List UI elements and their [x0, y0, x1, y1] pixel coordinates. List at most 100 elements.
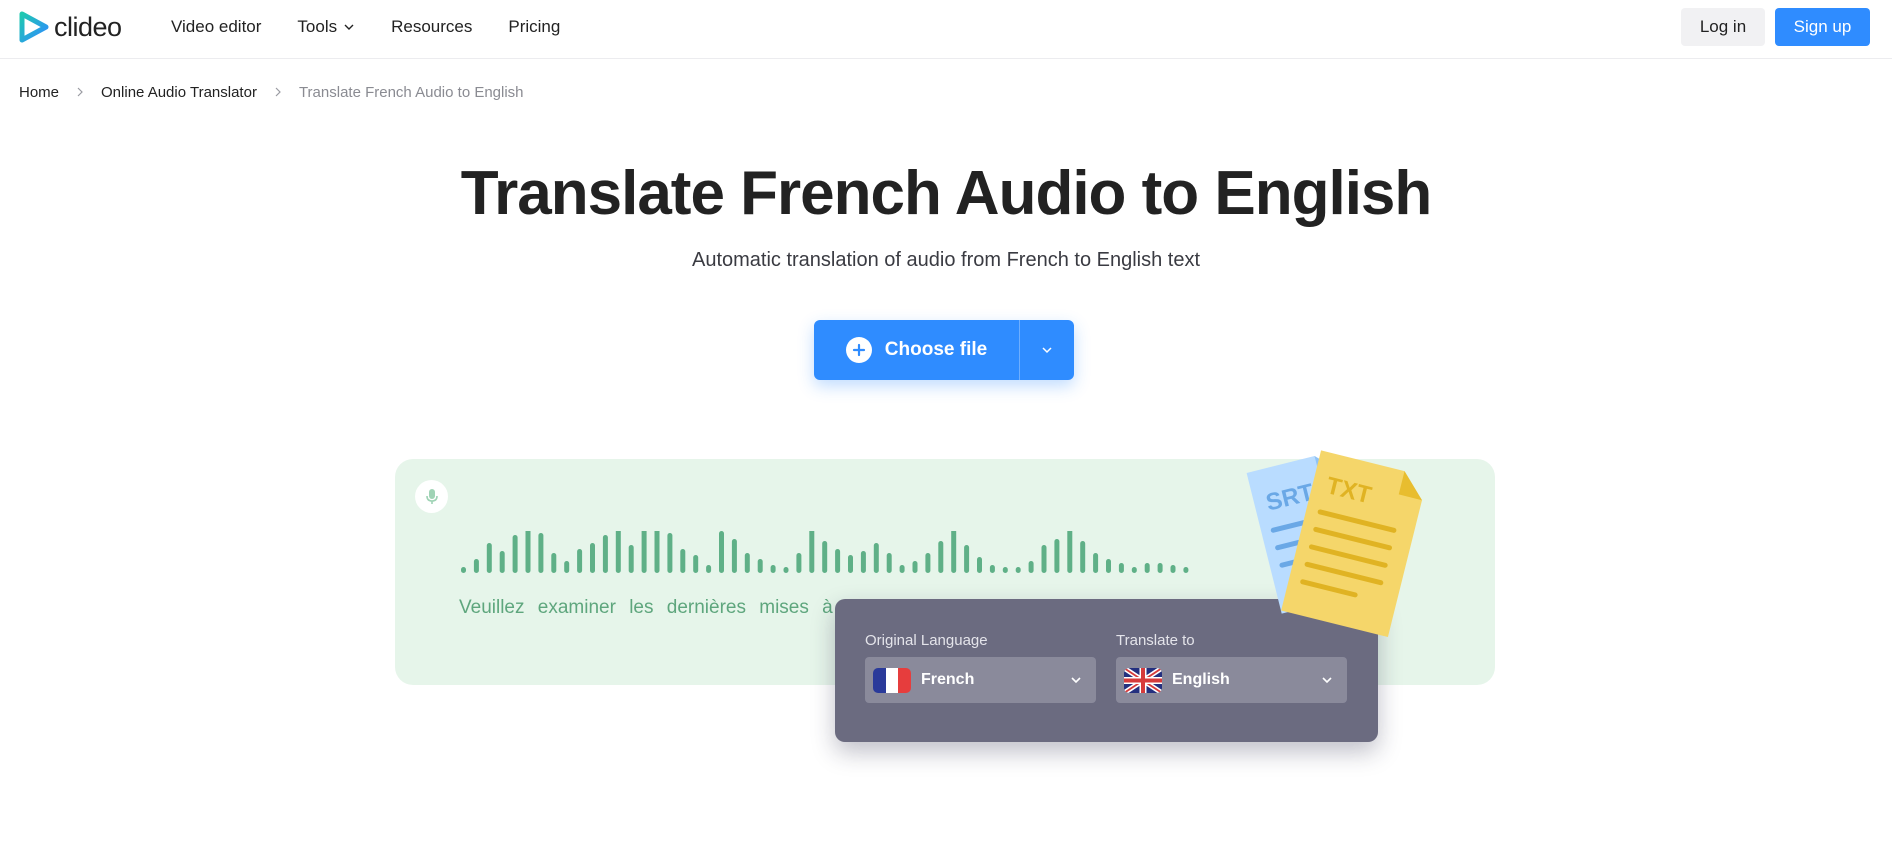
nav-resources[interactable]: Resources	[391, 17, 472, 37]
waveform-bar	[551, 553, 557, 573]
clideo-logo[interactable]: clideo	[19, 10, 122, 44]
waveform-bar	[912, 561, 918, 573]
nav-video-editor[interactable]: Video editor	[171, 17, 261, 37]
upload-options-dropdown[interactable]	[1020, 320, 1074, 380]
waveform-bar	[886, 553, 892, 573]
page-subtitle: Automatic translation of audio from Fren…	[691, 249, 1201, 271]
waveform-bar	[1131, 567, 1137, 573]
waveform-bar	[1002, 567, 1008, 573]
waveform-bar	[951, 531, 957, 573]
waveform-bar	[938, 541, 944, 573]
choose-file-group: Choose file	[814, 320, 1074, 380]
waveform-bar	[1067, 531, 1073, 573]
plus-icon	[845, 337, 872, 363]
waveform-bar	[783, 567, 789, 573]
login-button[interactable]: Log in	[1681, 8, 1765, 46]
waveform-bar	[925, 553, 931, 573]
waveform-bar	[641, 531, 647, 573]
waveform-bar	[512, 535, 518, 573]
waveform-bar	[899, 565, 905, 573]
waveform-bar	[1144, 563, 1150, 573]
waveform-bar	[590, 543, 595, 573]
nav-label: Tools	[297, 17, 338, 36]
waveform-bar	[564, 561, 570, 573]
waveform-bar	[538, 533, 544, 573]
waveform-bar	[1041, 545, 1047, 573]
waveform-bar	[654, 531, 660, 573]
waveform-bar	[1118, 563, 1124, 573]
waveform-bar	[964, 545, 970, 573]
breadcrumb: Home Online Audio Translator Translate F…	[19, 82, 524, 102]
waveform-bar	[860, 551, 866, 573]
nav-pricing[interactable]: Pricing	[508, 17, 560, 37]
waveform-bar	[499, 551, 505, 573]
play-logo-icon	[19, 11, 49, 43]
waveform-bar	[848, 555, 853, 573]
nav-tools[interactable]: Tools	[297, 17, 355, 37]
nav-label: Pricing	[508, 17, 561, 36]
original-language-label: Original Language	[865, 632, 988, 649]
uk-flag-icon	[1124, 667, 1162, 693]
waveform-bar	[1028, 561, 1034, 573]
nav-label: Resources	[391, 17, 473, 36]
breadcrumb-current: Translate French Audio to English	[298, 83, 524, 101]
waveform-bar	[706, 565, 712, 573]
waveform-bar	[796, 553, 802, 573]
page-title: Translate French Audio to English	[460, 159, 1433, 228]
target-language-select[interactable]: English	[1116, 657, 1347, 703]
choose-file-button[interactable]: Choose file	[814, 320, 1019, 380]
waveform-bar	[989, 565, 995, 573]
microphone-icon	[415, 480, 448, 513]
waveform-bar	[1183, 567, 1189, 573]
waveform-bar	[822, 541, 828, 573]
waveform-bar	[731, 539, 737, 573]
waveform-bar	[744, 553, 750, 573]
documents-illustration: SRT TXT	[1246, 450, 1423, 638]
chevron-down-icon	[1322, 677, 1332, 684]
waveform-bar	[835, 549, 841, 573]
site-header: clideo Video editor Tools Resources Pric…	[0, 0, 1892, 59]
waveform-bar	[1093, 553, 1099, 573]
waveform-bar	[525, 531, 531, 573]
nav-label: Video editor	[171, 17, 262, 36]
chevron-right-icon	[275, 87, 281, 97]
chevron-down-icon	[1071, 677, 1081, 684]
waveform-bar	[461, 567, 466, 573]
original-language-select[interactable]: French	[865, 657, 1096, 703]
waveform-bar	[615, 531, 621, 573]
waveform-bar	[1015, 567, 1021, 573]
waveform-bar	[693, 555, 699, 573]
waveform-bar	[628, 545, 634, 573]
waveform-bar	[680, 549, 686, 573]
original-language-value: French	[921, 671, 975, 688]
waveform-bar	[977, 557, 982, 573]
audio-waveform	[461, 531, 1189, 573]
transcript-text: Veuillez examiner les dernières mises à	[459, 597, 833, 618]
waveform-bar	[486, 543, 492, 573]
choose-file-label: Choose file	[884, 339, 988, 360]
waveform-bar	[809, 531, 815, 573]
chevron-down-icon	[344, 24, 354, 30]
breadcrumb-home[interactable]: Home	[19, 84, 59, 101]
waveform-bar	[1080, 541, 1086, 573]
waveform-bar	[1170, 565, 1176, 573]
main-nav: Video editor Tools Resources Pricing	[171, 0, 596, 54]
waveform-bar	[1106, 559, 1111, 573]
waveform-bar	[473, 559, 479, 573]
france-flag-icon	[873, 667, 911, 693]
chevron-down-icon	[1042, 347, 1052, 354]
waveform-bar	[873, 543, 879, 573]
chevron-right-icon	[77, 87, 83, 97]
target-language-value: English	[1172, 671, 1230, 688]
signup-button[interactable]: Sign up	[1775, 8, 1870, 46]
waveform-bar	[1157, 563, 1163, 573]
waveform-bar	[719, 531, 724, 573]
waveform-bar	[667, 533, 673, 573]
waveform-bar	[1054, 539, 1060, 573]
waveform-bar	[602, 535, 608, 573]
breadcrumb-audio-translator[interactable]: Online Audio Translator	[101, 84, 257, 101]
logo-text: clideo	[54, 11, 122, 42]
translate-to-label: Translate to	[1116, 632, 1195, 649]
waveform-bar	[770, 565, 776, 573]
waveform-bar	[577, 549, 583, 573]
